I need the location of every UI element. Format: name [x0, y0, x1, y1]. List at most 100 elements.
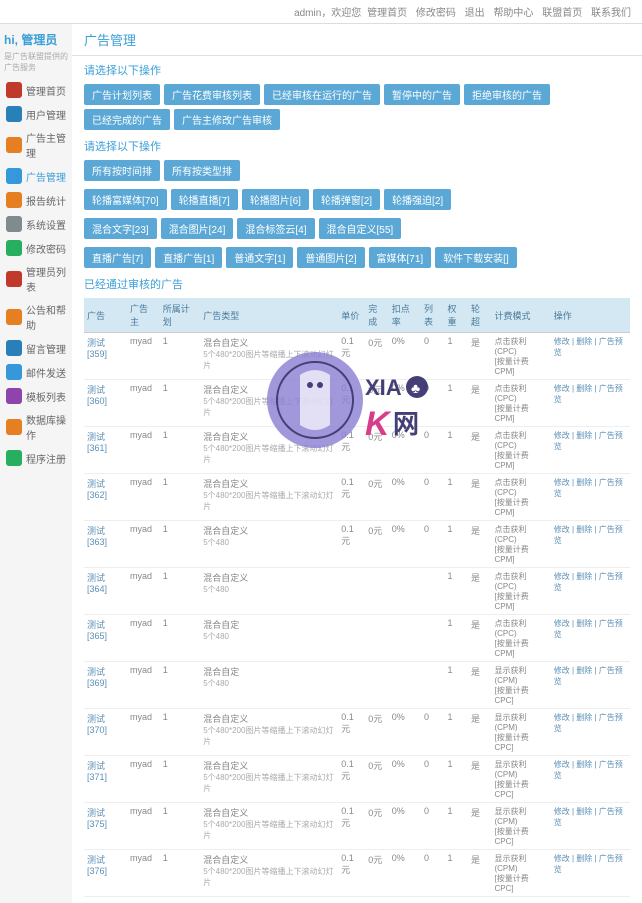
- op-link[interactable]: 修改 | 删除 | 广告预览: [554, 854, 623, 874]
- nav-label: 系统设置: [26, 217, 66, 232]
- cell: 0.1元: [338, 756, 365, 803]
- nav-icon: [6, 192, 22, 208]
- nav-item[interactable]: 系统设置: [4, 213, 68, 235]
- op-link[interactable]: 修改 | 删除 | 广告预览: [554, 478, 623, 498]
- type-tag[interactable]: 轮播富媒体[70]: [84, 189, 167, 210]
- op-link[interactable]: 修改 | 删除 | 广告预览: [554, 713, 623, 733]
- cell: 点击获利(CPC)[按量计费CPM]: [491, 333, 550, 380]
- type-tag[interactable]: 富媒体[71]: [369, 247, 432, 268]
- cell: 显示获利(CPM)[按量计费CPC]: [491, 709, 550, 756]
- nav-item[interactable]: 用户管理: [4, 103, 68, 125]
- cell: 修改 | 删除 | 广告预览: [551, 333, 630, 380]
- nav-icon: [6, 450, 22, 466]
- type-tag[interactable]: 混合自定义[55]: [319, 218, 402, 239]
- type-tag[interactable]: 轮播图片[6]: [242, 189, 309, 210]
- cell: 点击获利(CPC)[按量计费CPM]: [491, 427, 550, 474]
- cell: 0.1元: [338, 850, 365, 897]
- filter-tag[interactable]: 暂停中的广告: [384, 84, 460, 105]
- cell: 修改 | 删除 | 广告预览: [551, 803, 630, 850]
- type-tag[interactable]: 所有按时间排: [84, 160, 160, 181]
- filter-tag[interactable]: 广告主修改广告审核: [174, 109, 280, 130]
- type-tag[interactable]: 轮播强迫[2]: [384, 189, 451, 210]
- cell: 是: [468, 521, 492, 568]
- type-tag[interactable]: 普通文字[1]: [226, 247, 293, 268]
- topbar-link[interactable]: 管理首页: [367, 8, 407, 19]
- cell: 是: [468, 709, 492, 756]
- filter-tag[interactable]: 已经审核在运行的广告: [264, 84, 380, 105]
- cell: 点击获利(CPC)[按量计费CPM]: [491, 568, 550, 615]
- username: admin: [294, 8, 321, 19]
- cell: 1: [444, 615, 468, 662]
- filter-tag[interactable]: 广告计划列表: [84, 84, 160, 105]
- type-tag[interactable]: 所有按类型排: [164, 160, 240, 181]
- topbar-link[interactable]: 联盟首页: [542, 8, 582, 19]
- type-tag[interactable]: 直播广告[1]: [155, 247, 222, 268]
- cell: 0元: [365, 521, 389, 568]
- nav-item[interactable]: 留言管理: [4, 337, 68, 359]
- cell: [421, 568, 445, 615]
- op-link[interactable]: 修改 | 删除 | 广告预览: [554, 525, 623, 545]
- type-tag[interactable]: 软件下载安装[]: [435, 247, 517, 268]
- filter-tag[interactable]: 已经完成的广告: [84, 109, 170, 130]
- topbar-link[interactable]: 修改密码: [416, 8, 456, 19]
- cell: 0: [421, 850, 445, 897]
- cell: myad: [127, 474, 160, 521]
- cell: 1: [444, 521, 468, 568]
- cell: 是: [468, 568, 492, 615]
- op-link[interactable]: 修改 | 删除 | 广告预览: [554, 337, 623, 357]
- nav-label: 公告和帮助: [26, 302, 66, 332]
- cell: 混合自定义5个480: [200, 568, 338, 615]
- nav-item[interactable]: 数据库操作: [4, 409, 68, 445]
- op-link[interactable]: 修改 | 删除 | 广告预览: [554, 619, 623, 639]
- cell: [389, 568, 421, 615]
- col-header: 计费模式: [491, 298, 550, 333]
- cell: 混合自定义5个480*200图片等缩播上下滚动幻灯片: [200, 333, 338, 380]
- cell: 修改 | 删除 | 广告预览: [551, 850, 630, 897]
- cell: 点击获利(CPC)[按量计费CPM]: [491, 521, 550, 568]
- cell: 0: [421, 333, 445, 380]
- nav-item[interactable]: 程序注册: [4, 447, 68, 469]
- op-link[interactable]: 修改 | 删除 | 广告预览: [554, 807, 623, 827]
- op-link[interactable]: 修改 | 删除 | 广告预览: [554, 666, 623, 686]
- cell: 修改 | 删除 | 广告预览: [551, 662, 630, 709]
- nav-icon: [6, 137, 22, 153]
- topbar-link[interactable]: 退出: [465, 8, 485, 19]
- nav-label: 广告管理: [26, 169, 66, 184]
- op-link[interactable]: 修改 | 删除 | 广告预览: [554, 760, 623, 780]
- type-tag[interactable]: 混合图片[24]: [161, 218, 234, 239]
- cell: 混合自定义5个480*200图片等缩播上下滚动幻灯片: [200, 427, 338, 474]
- cell: 修改 | 删除 | 广告预览: [551, 756, 630, 803]
- type-tag[interactable]: 直播广告[7]: [84, 247, 151, 268]
- nav-item[interactable]: 公告和帮助: [4, 299, 68, 335]
- cell: 修改 | 删除 | 广告预览: [551, 615, 630, 662]
- type-tag[interactable]: 轮播弹窗[2]: [313, 189, 380, 210]
- nav-item[interactable]: 广告管理: [4, 165, 68, 187]
- nav-item[interactable]: 模板列表: [4, 385, 68, 407]
- nav-item[interactable]: 管理员列表: [4, 261, 68, 297]
- op-link[interactable]: 修改 | 删除 | 广告预览: [554, 384, 623, 404]
- type-tag[interactable]: 混合标签云[4]: [237, 218, 314, 239]
- nav-item[interactable]: 修改密码: [4, 237, 68, 259]
- col-header: 广告类型: [200, 298, 338, 333]
- op-link[interactable]: 修改 | 删除 | 广告预览: [554, 431, 623, 451]
- nav-item[interactable]: 管理首页: [4, 79, 68, 101]
- type-tag[interactable]: 轮播直播[7]: [171, 189, 238, 210]
- op-link[interactable]: 修改 | 删除 | 广告预览: [554, 572, 623, 592]
- nav-icon: [6, 364, 22, 380]
- type-tag[interactable]: 普通图片[2]: [297, 247, 364, 268]
- cell: myad: [127, 709, 160, 756]
- topbar-link[interactable]: 联系我们: [591, 8, 631, 19]
- nav-item[interactable]: 报告统计: [4, 189, 68, 211]
- cell: 0元: [365, 333, 389, 380]
- cell: 1: [160, 709, 200, 756]
- table-title: 已经通过审核的广告: [84, 276, 630, 292]
- topbar-link[interactable]: 帮助中心: [493, 8, 533, 19]
- nav-item[interactable]: 广告主管理: [4, 127, 68, 163]
- table-row: 测试[361]myad1混合自定义5个480*200图片等缩播上下滚动幻灯片0.…: [84, 427, 630, 474]
- cell: 测试[359]: [84, 333, 127, 380]
- type-tag[interactable]: 混合文字[23]: [84, 218, 157, 239]
- filter-tag[interactable]: 广告花费审核列表: [164, 84, 260, 105]
- cell: 1: [160, 568, 200, 615]
- nav-item[interactable]: 邮件发送: [4, 361, 68, 383]
- filter-tag[interactable]: 拒绝审核的广告: [464, 84, 550, 105]
